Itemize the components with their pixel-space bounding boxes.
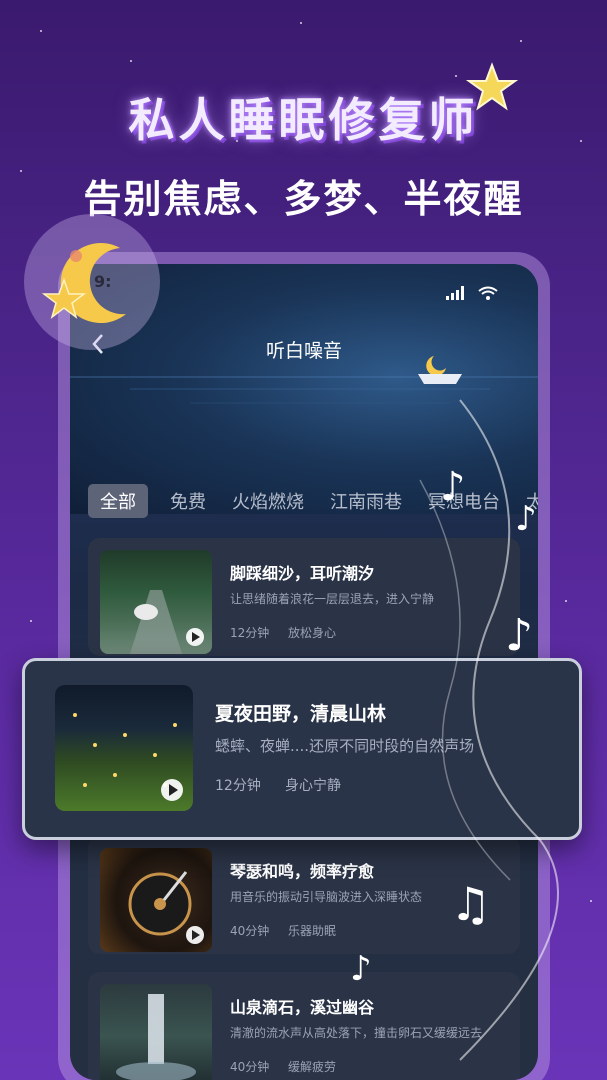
card-title: 脚踩细沙，耳听潮汐 <box>230 564 375 583</box>
card-duration: 40分钟 <box>230 1060 270 1074</box>
featured-card[interactable]: 夏夜田野，清晨山林 蟋蟀、夜蝉....还原不同时段的自然声场 12分钟 身心宁静 <box>22 658 582 840</box>
card-tag: 缓解疲劳 <box>288 1060 337 1074</box>
card-tag: 乐器助眠 <box>288 924 337 938</box>
card-duration: 40分钟 <box>230 924 270 938</box>
card-thumbnail <box>100 550 212 654</box>
tab-free[interactable]: 免费 <box>158 484 218 518</box>
tab-fire[interactable]: 火焰燃烧 <box>220 484 316 518</box>
moon-icon <box>41 243 127 324</box>
card-thumbnail <box>100 984 212 1080</box>
featured-description: 蟋蟀、夜蝉....还原不同时段的自然声场 <box>215 737 475 755</box>
card-thumbnail <box>100 848 212 952</box>
list-item[interactable]: 山泉滴石，溪过幽谷 清澈的流水声从高处落下，撞击卵石又缓缓远去 40分钟 缓解疲… <box>88 972 520 1080</box>
card-duration: 12分钟 <box>230 626 270 640</box>
featured-title: 夏夜田野，清晨山林 <box>215 703 387 725</box>
card-title: 琴瑟和鸣，频率疗愈 <box>230 862 375 881</box>
category-tabs: 全部 免费 火焰燃烧 江南雨巷 冥想电台 太空 <box>88 484 538 518</box>
star-icon <box>466 62 518 111</box>
featured-duration: 12分钟 <box>215 778 261 794</box>
card-description: 让思绪随着浪花一层层退去，进入宁静 <box>230 592 435 606</box>
tab-all[interactable]: 全部 <box>88 484 148 518</box>
signal-icon <box>446 286 464 300</box>
play-icon[interactable] <box>161 779 183 801</box>
featured-thumbnail <box>55 685 193 811</box>
tab-space[interactable]: 太空 <box>514 484 538 518</box>
play-icon[interactable] <box>186 628 204 646</box>
card-tag: 放松身心 <box>288 626 337 640</box>
card-title: 山泉滴石，溪过幽谷 <box>230 998 375 1017</box>
tab-meditation-radio[interactable]: 冥想电台 <box>416 484 512 518</box>
sea-horizon <box>70 376 538 404</box>
status-bar <box>446 286 498 300</box>
list-item[interactable]: 琴瑟和鸣，频率疗愈 用音乐的振动引导脑波进入深睡状态 40分钟 乐器助眠 <box>88 836 520 954</box>
featured-tag: 身心宁静 <box>285 778 341 794</box>
wifi-icon <box>478 286 498 300</box>
moon-badge: 9: <box>24 214 160 350</box>
tab-rain-alley[interactable]: 江南雨巷 <box>318 484 414 518</box>
card-description: 用音乐的振动引导脑波进入深睡状态 <box>230 890 423 904</box>
list-item[interactable]: 脚踩细沙，耳听潮汐 让思绪随着浪花一层层退去，进入宁静 12分钟 放松身心 <box>88 538 520 656</box>
badge-time: 9: <box>94 272 112 291</box>
card-description: 清澈的流水声从高处落下，撞击卵石又缓缓远去 <box>230 1026 483 1040</box>
play-icon[interactable] <box>186 926 204 944</box>
